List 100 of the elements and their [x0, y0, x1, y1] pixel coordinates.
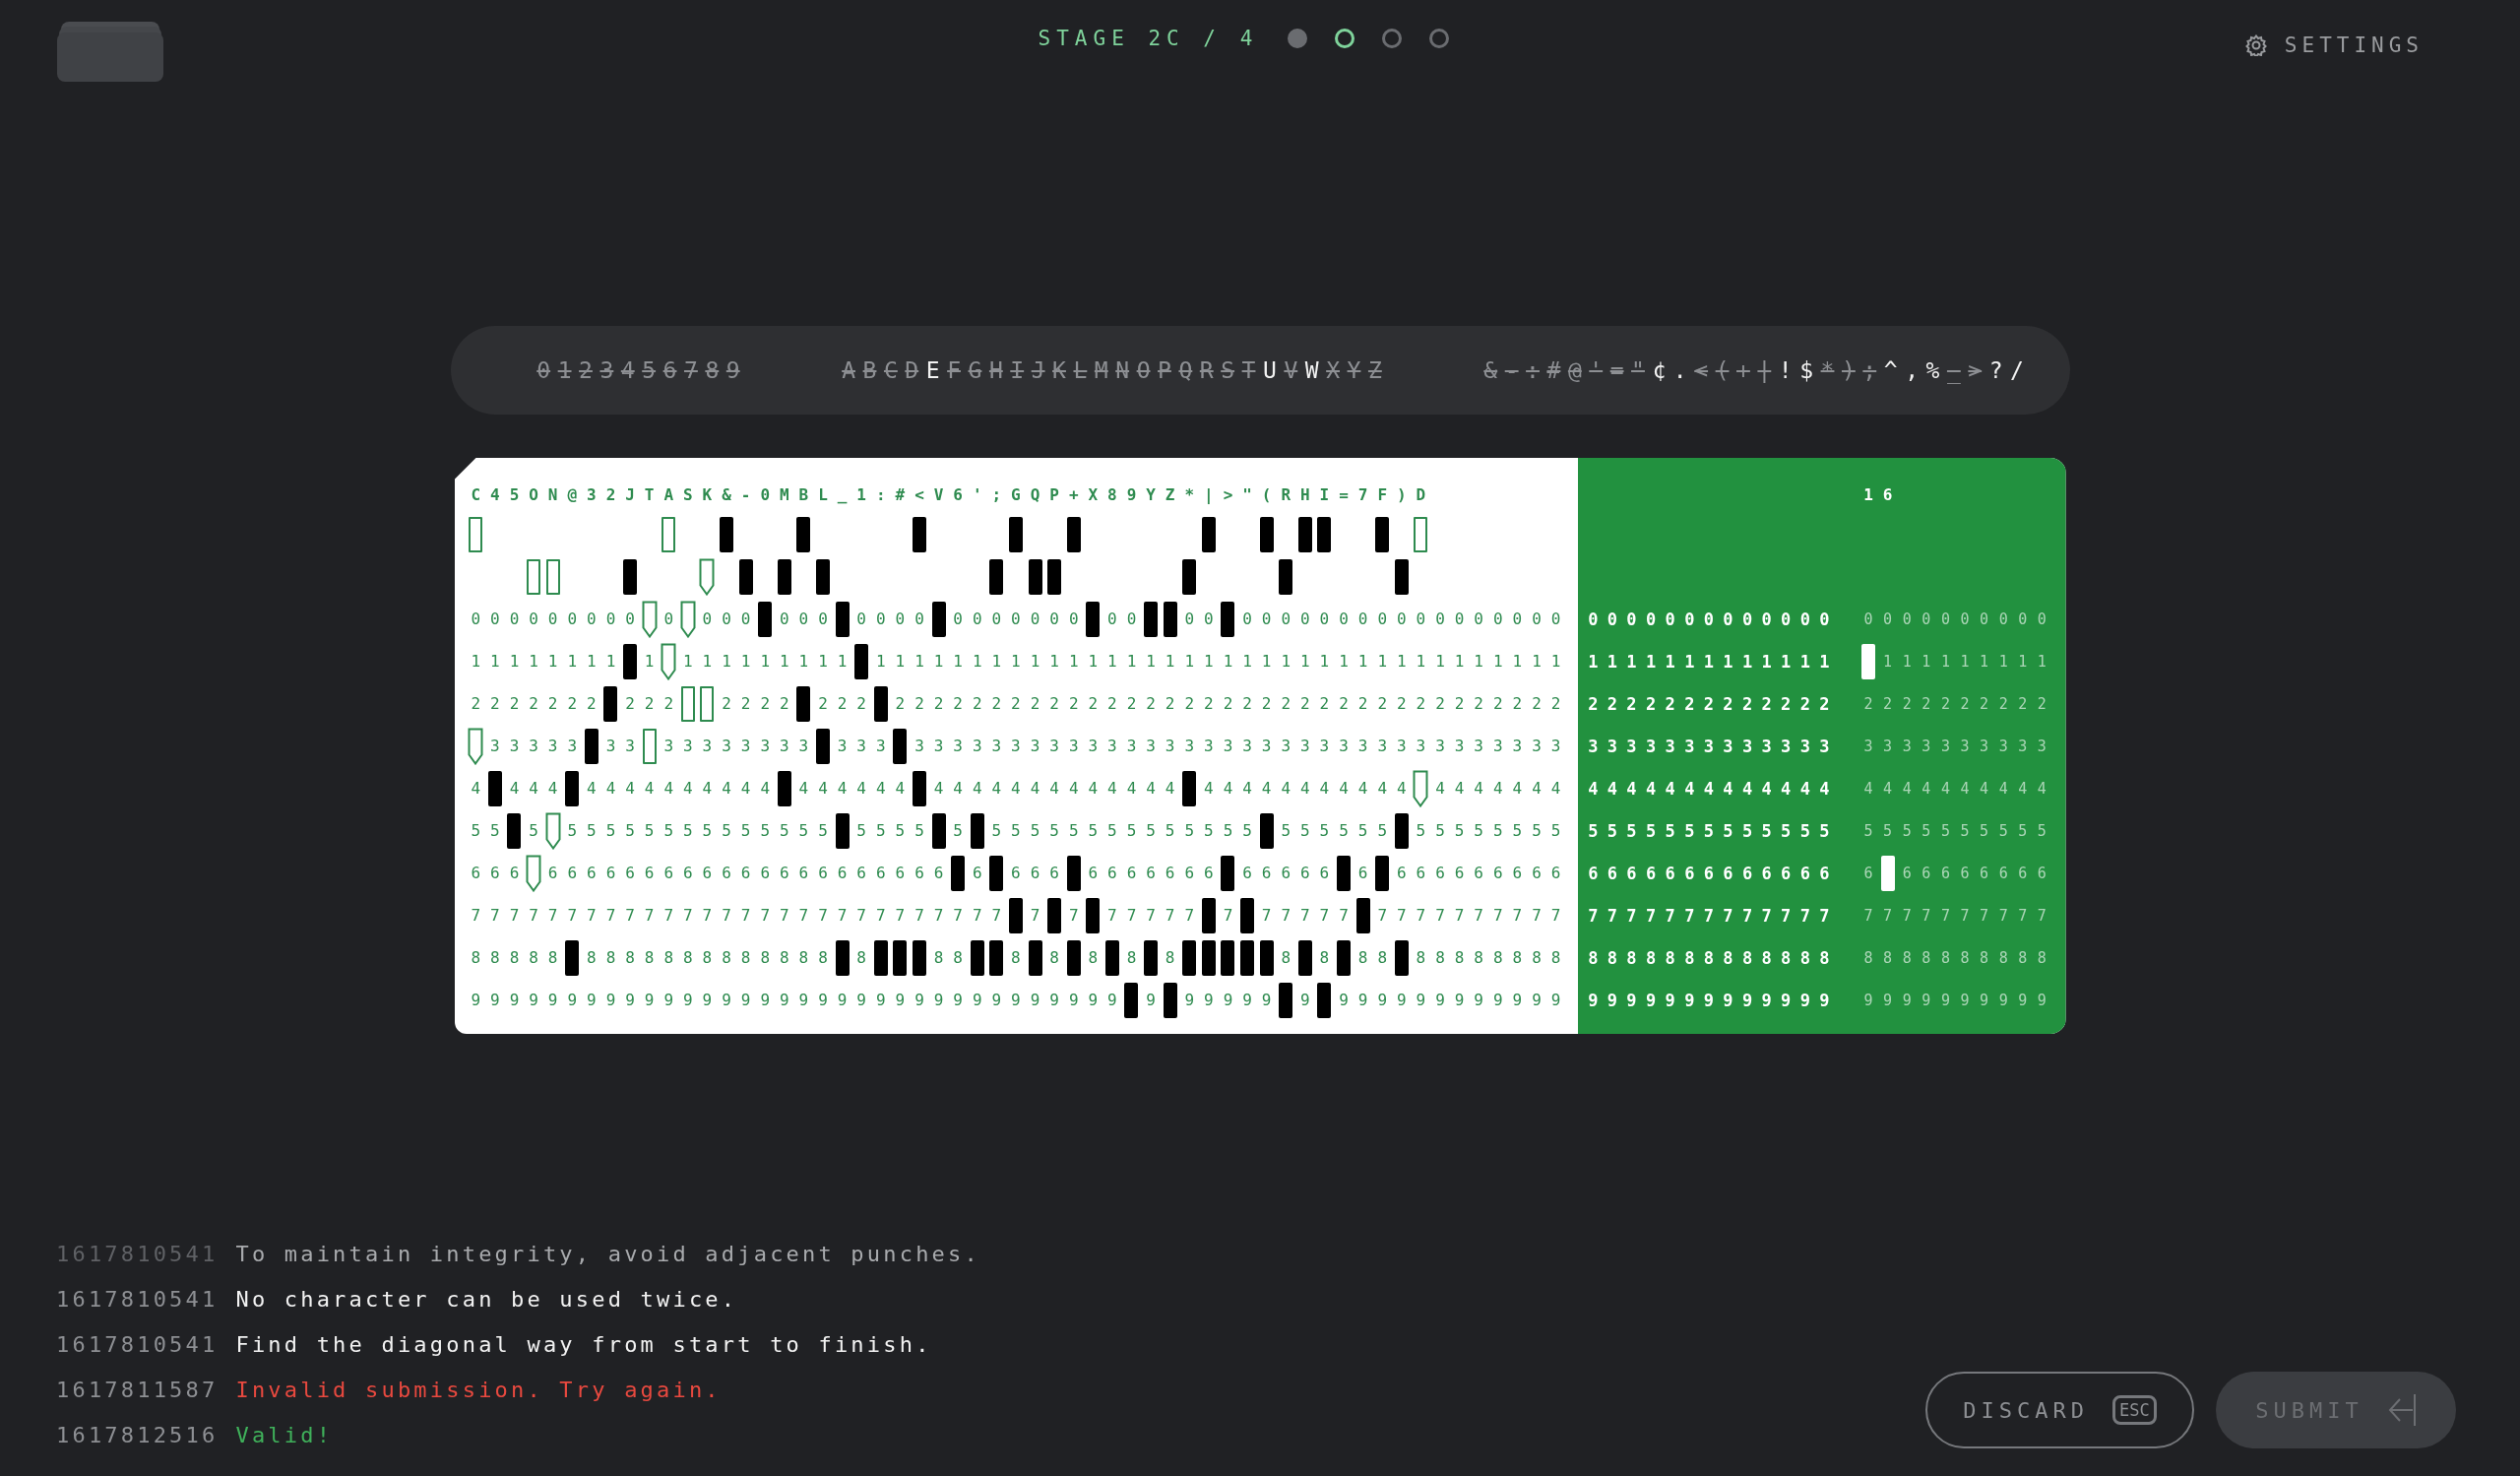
punch-digit[interactable]: 2 — [1684, 693, 1695, 714]
used-character[interactable]: N — [1111, 357, 1133, 383]
punch-digit[interactable]: 7 — [1883, 906, 1893, 925]
punch-digit[interactable]: 3 — [605, 737, 616, 755]
punch-digit[interactable]: 5 — [1416, 821, 1426, 840]
punch-digit[interactable]: 5 — [529, 821, 538, 840]
punched-hole[interactable] — [1008, 516, 1023, 552]
punch-digit[interactable]: 4 — [1030, 779, 1040, 798]
available-character[interactable]: ? — [1984, 357, 2007, 383]
punch-digit[interactable]: 2 — [760, 694, 770, 713]
punch-digit[interactable]: 7 — [1339, 906, 1349, 925]
punch-digit[interactable]: 6 — [1723, 863, 1733, 883]
punch-digit[interactable]: 6 — [1204, 864, 1214, 882]
punch-digit[interactable]: 2 — [1416, 694, 1426, 713]
punch-digit[interactable]: 7 — [509, 906, 520, 925]
punch-digit[interactable]: 5 — [1492, 821, 1503, 840]
punch-digit[interactable]: 8 — [1998, 948, 2008, 967]
punch-digit[interactable]: 3 — [1998, 737, 2008, 755]
punched-hole[interactable] — [1066, 939, 1081, 976]
punch-digit[interactable]: 6 — [837, 864, 848, 882]
punch-digit[interactable]: 6 — [1492, 864, 1503, 882]
punched-hole[interactable] — [1297, 516, 1312, 552]
punch-digit[interactable]: 4 — [1819, 778, 1830, 799]
punch-digit[interactable]: 8 — [1512, 948, 1523, 967]
punch-digit[interactable]: 7 — [1474, 906, 1483, 925]
punch-digit[interactable]: 1 — [1665, 651, 1675, 672]
punch-digit[interactable]: 1 — [1242, 652, 1252, 671]
punch-digit[interactable]: 1 — [1377, 652, 1387, 671]
used-character[interactable]: 1 — [553, 357, 576, 383]
punch-digit[interactable]: 0 — [1339, 610, 1349, 628]
punch-digit[interactable]: 5 — [587, 821, 597, 840]
punch-digit[interactable]: 1 — [875, 652, 886, 671]
punched-hole[interactable] — [931, 812, 946, 849]
punch-digit[interactable]: 2 — [1512, 694, 1523, 713]
punch-digit[interactable]: 9 — [1416, 991, 1426, 1009]
punched-hole[interactable] — [1066, 855, 1081, 891]
punched-hole[interactable] — [1028, 558, 1042, 595]
punch-digit[interactable]: 9 — [2018, 991, 2028, 1009]
arrow-mark-icon[interactable] — [468, 727, 484, 765]
punch-digit[interactable]: 4 — [740, 779, 751, 798]
punch-digit[interactable]: 3 — [1512, 737, 1523, 755]
punch-digit[interactable]: 8 — [953, 948, 963, 967]
punch-digit[interactable]: 0 — [895, 610, 906, 628]
punch-digit[interactable]: 7 — [1512, 906, 1523, 925]
used-character[interactable]: D — [901, 357, 922, 383]
punch-digit[interactable]: 8 — [471, 948, 481, 967]
punch-digit[interactable]: 0 — [1454, 610, 1465, 628]
punched-hole[interactable] — [1394, 812, 1409, 849]
punch-digit[interactable]: 2 — [1126, 694, 1137, 713]
punched-hole[interactable] — [912, 770, 926, 806]
punch-digit[interactable]: 5 — [1454, 821, 1465, 840]
punch-digit[interactable]: 2 — [644, 694, 655, 713]
punch-digit[interactable]: 0 — [1184, 610, 1195, 628]
punch-digit[interactable]: 0 — [1645, 609, 1657, 629]
available-character[interactable]: ! — [1775, 357, 1796, 383]
punched-hole[interactable] — [970, 812, 984, 849]
punch-digit[interactable]: 8 — [933, 948, 944, 967]
punch-digit[interactable]: 8 — [1492, 948, 1503, 967]
punch-digit[interactable]: 2 — [1761, 693, 1772, 714]
punch-digit[interactable]: 2 — [740, 694, 751, 713]
punch-digit[interactable]: 6 — [644, 864, 655, 882]
punch-digit[interactable]: 6 — [1474, 864, 1483, 882]
punch-digit[interactable]: 7 — [1492, 906, 1503, 925]
used-character[interactable]: _ — [1943, 357, 1965, 383]
punch-digit[interactable]: 3 — [1339, 737, 1349, 755]
punch-digit[interactable]: 7 — [547, 906, 558, 925]
punch-digit[interactable]: 8 — [1532, 948, 1542, 967]
punch-digit[interactable]: 6 — [740, 864, 751, 882]
punch-digit[interactable]: 7 — [625, 906, 635, 925]
punch-digit[interactable]: 1 — [1781, 651, 1792, 672]
punch-digit[interactable]: 0 — [1723, 609, 1733, 629]
punch-digit[interactable]: 2 — [1339, 694, 1349, 713]
punch-digit[interactable]: 8 — [1960, 948, 1970, 967]
punch-digit[interactable]: 7 — [702, 906, 713, 925]
punch-digit[interactable]: 2 — [1146, 694, 1156, 713]
punch-digit[interactable]: 5 — [1068, 821, 1079, 840]
punch-digit[interactable]: 0 — [587, 610, 597, 628]
punch-digit[interactable]: 6 — [1998, 864, 2008, 882]
punch-digit[interactable]: 8 — [1781, 947, 1792, 968]
punch-digit[interactable]: 0 — [972, 610, 982, 628]
used-character[interactable]: 8 — [701, 357, 723, 383]
punch-digit[interactable]: 1 — [895, 652, 906, 671]
available-character[interactable]: . — [1670, 357, 1691, 383]
punch-digit[interactable]: 1 — [779, 652, 789, 671]
punch-digit[interactable]: 3 — [972, 737, 982, 755]
punch-digit[interactable]: 2 — [1223, 694, 1233, 713]
punch-digit[interactable]: 5 — [702, 821, 713, 840]
punch-digit[interactable]: 6 — [663, 864, 674, 882]
punch-digit[interactable]: 1 — [1107, 652, 1117, 671]
punch-digit[interactable]: 8 — [1723, 947, 1733, 968]
punch-digit[interactable]: 9 — [1960, 991, 1970, 1009]
available-character[interactable]: $ — [1796, 357, 1817, 383]
punch-digit[interactable]: 6 — [875, 864, 886, 882]
used-character[interactable]: V — [1280, 357, 1301, 383]
punch-digit[interactable]: 6 — [1588, 863, 1599, 883]
punch-digit[interactable]: 1 — [1261, 652, 1272, 671]
punch-digit[interactable]: 5 — [1998, 821, 2008, 840]
punch-digit[interactable]: 1 — [1339, 652, 1349, 671]
punch-digit[interactable]: 3 — [1492, 737, 1503, 755]
used-character[interactable]: 9 — [723, 357, 744, 383]
